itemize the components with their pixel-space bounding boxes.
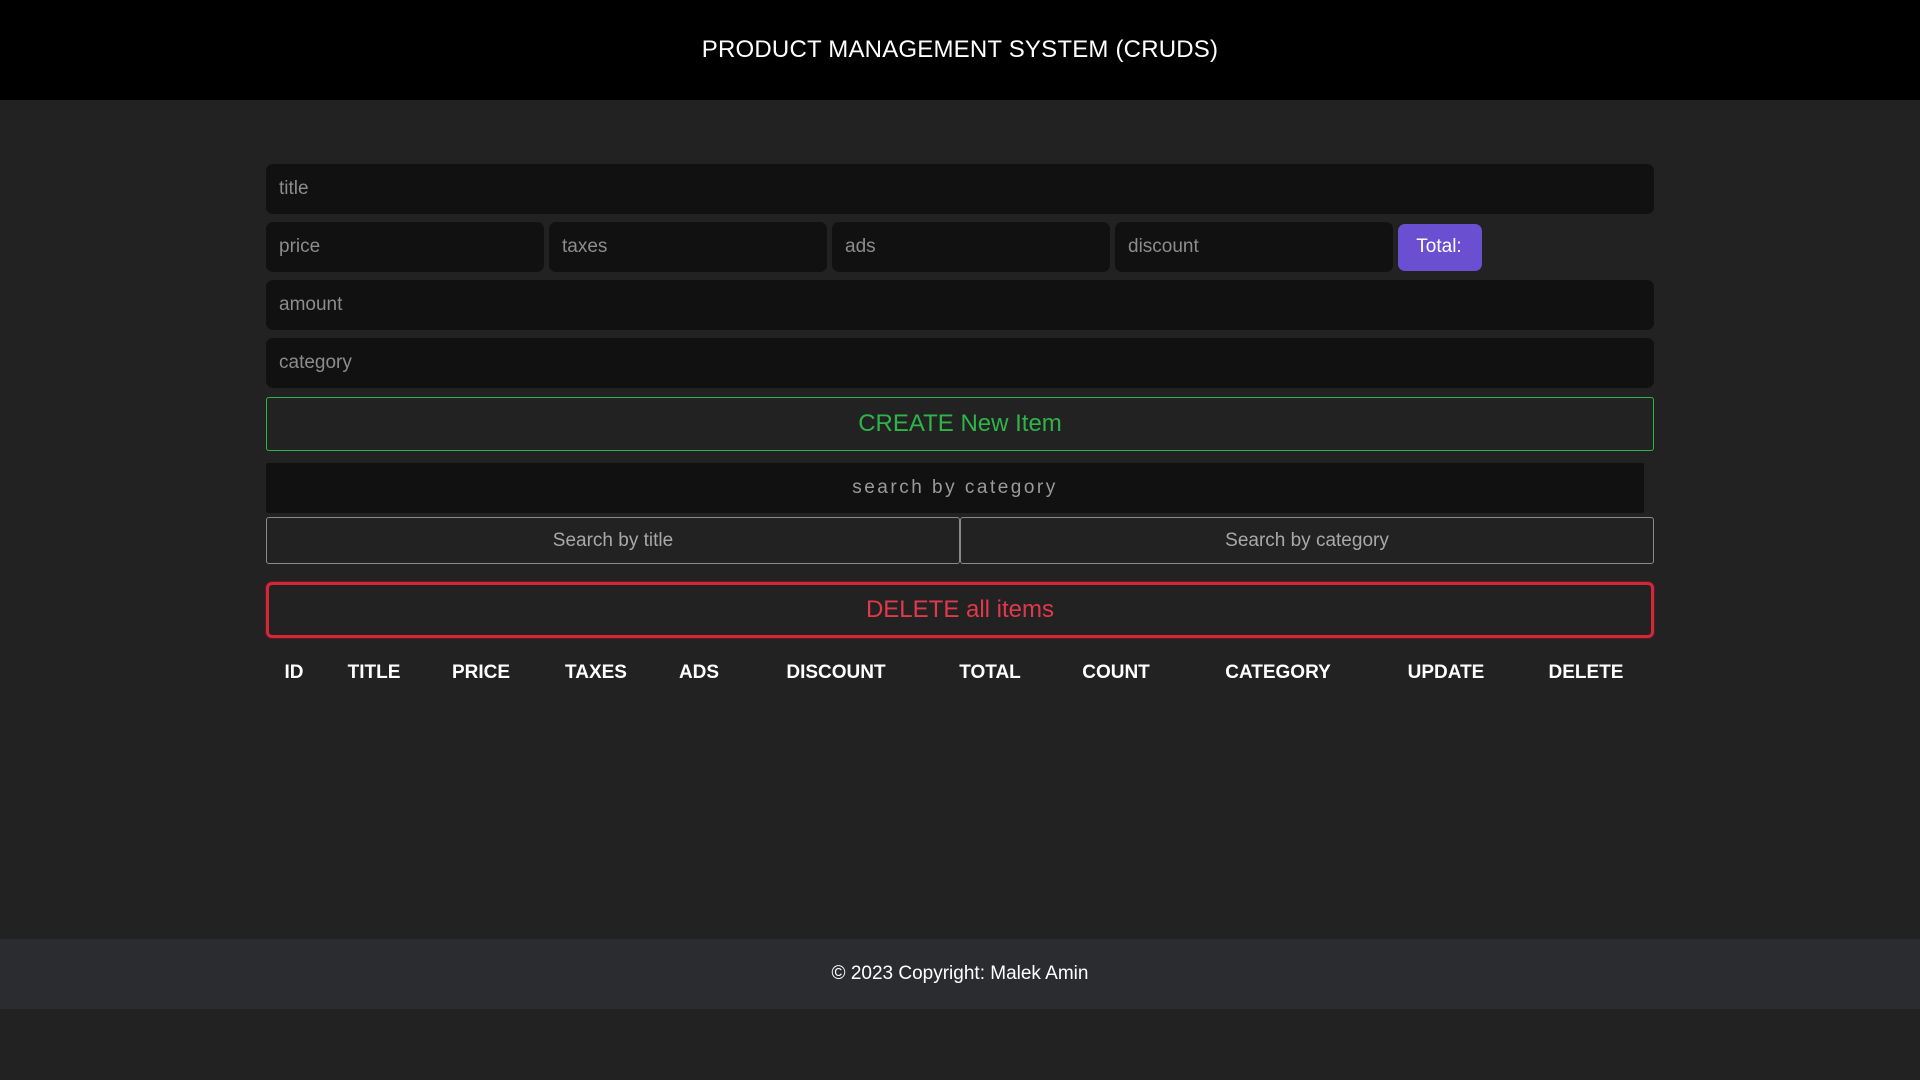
ads-input[interactable] xyxy=(832,222,1110,272)
search-by-title-button[interactable]: Search by title xyxy=(266,517,960,564)
discount-input[interactable] xyxy=(1115,222,1393,272)
price-input[interactable] xyxy=(266,222,544,272)
column-header-discount: DISCOUNT xyxy=(786,662,886,683)
search-by-category-button[interactable]: Search by category xyxy=(960,517,1654,564)
category-input[interactable] xyxy=(266,338,1654,388)
column-header-title: TITLE xyxy=(347,662,401,683)
title-input[interactable] xyxy=(266,164,1654,214)
crud-form: Total: CREATE New Item Search by title S… xyxy=(266,164,1654,692)
footer: © 2023 Copyright: Malek Amin xyxy=(0,939,1920,1009)
column-header-total: TOTAL xyxy=(959,662,1021,683)
app-header: PRODUCT MANAGEMENT SYSTEM (CRUDS) xyxy=(0,0,1920,100)
price-row: Total: xyxy=(266,222,1654,272)
search-input[interactable] xyxy=(266,463,1644,513)
taxes-input[interactable] xyxy=(549,222,827,272)
column-header-id: ID xyxy=(284,662,304,683)
copyright-text: © 2023 Copyright: Malek Amin xyxy=(831,963,1089,984)
delete-all-button[interactable]: DELETE all items xyxy=(266,582,1654,638)
create-button[interactable]: CREATE New Item xyxy=(266,397,1654,451)
column-header-delete: DELETE xyxy=(1548,662,1624,683)
column-header-update: UPDATE xyxy=(1407,662,1485,683)
page-title: PRODUCT MANAGEMENT SYSTEM (CRUDS) xyxy=(701,36,1219,63)
column-header-ads: ADS xyxy=(678,662,720,683)
search-buttons: Search by title Search by category xyxy=(266,517,1654,564)
table-header-row: ID TITLE PRICE TAXES ADS DISCOUNT TOTAL … xyxy=(266,652,1654,692)
column-header-taxes: TAXES xyxy=(565,662,627,683)
total-label: Total: xyxy=(1416,236,1462,257)
total-badge: Total: xyxy=(1398,223,1482,271)
amount-input[interactable] xyxy=(266,280,1654,330)
column-header-count: COUNT xyxy=(1082,662,1150,683)
column-header-category: CATEGORY xyxy=(1225,662,1331,683)
column-header-price: PRICE xyxy=(451,662,511,683)
